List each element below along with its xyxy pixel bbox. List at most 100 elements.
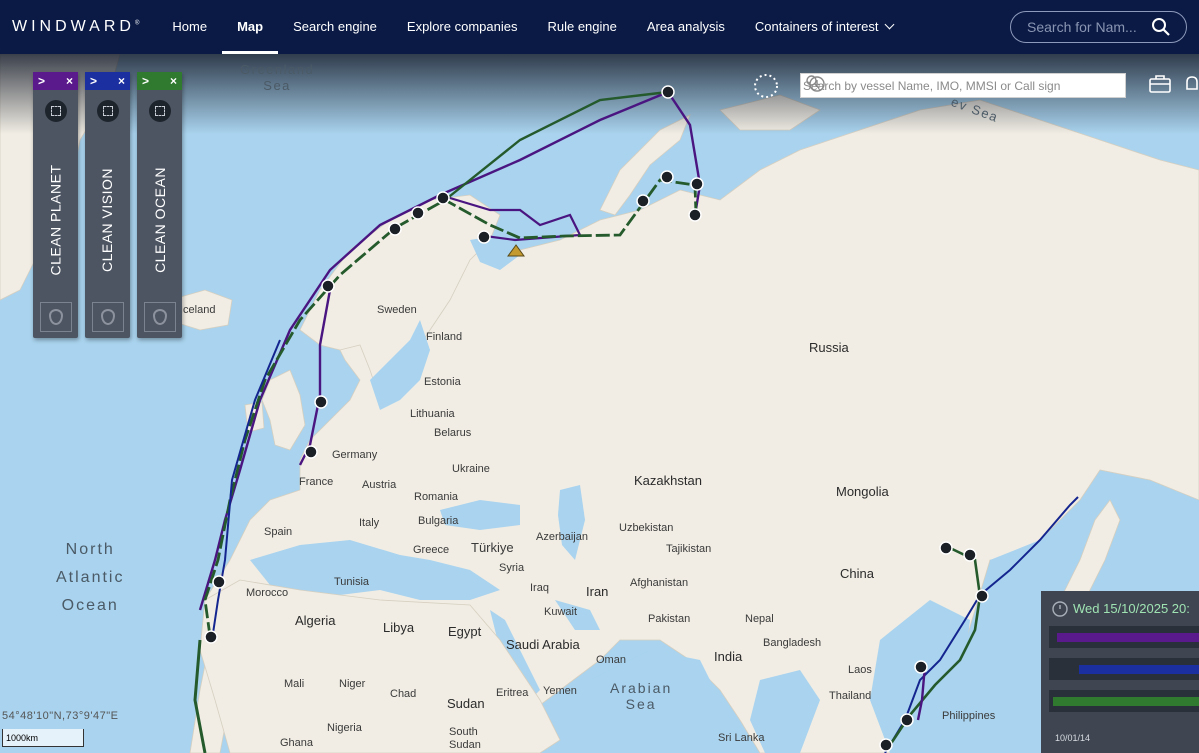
fleet-locate-icon[interactable] xyxy=(144,302,176,332)
vessel-marker xyxy=(388,222,402,236)
notification-bell-icon[interactable] xyxy=(1184,74,1199,94)
label-mali: Mali xyxy=(284,678,305,690)
label-north-atlantic: North Atlantic Ocean xyxy=(56,536,124,620)
chevron-down-icon xyxy=(885,19,895,30)
label-oman: Oman xyxy=(596,654,626,666)
label-iceland: Iceland xyxy=(180,304,216,316)
global-search-box[interactable] xyxy=(1010,11,1187,43)
label-austria: Austria xyxy=(362,479,397,491)
nav-explore-companies[interactable]: Explore companies xyxy=(392,0,533,54)
label-tajikistan: Tajikistan xyxy=(666,543,712,555)
label-china: China xyxy=(840,566,874,581)
nav-rule-engine[interactable]: Rule engine xyxy=(532,0,631,54)
vessel-marker xyxy=(939,541,953,555)
timeline-bar xyxy=(1053,697,1199,706)
map-canvas[interactable]: Greenland Sea ev Sea North Atlantic Ocea… xyxy=(0,54,1199,753)
search-icon[interactable] xyxy=(1151,17,1171,37)
close-fleet-button[interactable]: × xyxy=(170,74,177,88)
label-iraq: Iraq xyxy=(530,582,549,594)
vessel-marker xyxy=(411,206,425,220)
expand-fleet-button[interactable]: > xyxy=(142,74,149,88)
label-libya: Libya xyxy=(383,620,415,635)
timeline-bar xyxy=(1079,665,1199,674)
label-saudi-arabia: Saudi Arabia xyxy=(506,637,580,652)
vessel-marker xyxy=(879,738,893,752)
vessel-search-box[interactable] xyxy=(800,73,1126,98)
label-algeria: Algeria xyxy=(295,613,336,628)
label-spain: Spain xyxy=(264,526,293,538)
fleet-name: CLEAN OCEAN xyxy=(151,167,168,273)
label-ghana: Ghana xyxy=(280,737,314,749)
vessel-marker xyxy=(314,395,328,409)
expand-fleet-button[interactable]: > xyxy=(38,74,45,88)
timer-icon xyxy=(1052,601,1068,617)
close-fleet-button[interactable]: × xyxy=(66,74,73,88)
label-italy: Italy xyxy=(359,517,380,529)
label-belarus: Belarus xyxy=(434,427,472,439)
label-azerbaijan: Azerbaijan xyxy=(536,531,588,543)
timeline-track-clean-planet[interactable] xyxy=(1049,626,1199,648)
label-bangladesh: Bangladesh xyxy=(763,637,822,649)
briefcase-icon[interactable] xyxy=(1148,74,1172,94)
fleet-card-clean-planet[interactable]: > × CLEAN PLANET xyxy=(33,72,78,338)
label-nigeria: Nigeria xyxy=(327,722,362,734)
nav-map[interactable]: Map xyxy=(222,0,279,54)
label-russia: Russia xyxy=(809,340,849,355)
fleet-card-header: > × xyxy=(137,72,182,90)
label-mongolia: Mongolia xyxy=(836,484,889,499)
fullscreen-icon[interactable] xyxy=(148,100,171,122)
label-philippines: Philippines xyxy=(942,710,996,722)
label-text: North Atlantic Ocean xyxy=(56,541,125,614)
timeline-bar xyxy=(1057,633,1199,642)
close-fleet-button[interactable]: × xyxy=(118,74,125,88)
timeline-track-clean-ocean[interactable] xyxy=(1049,690,1199,712)
label-syria: Syria xyxy=(499,562,525,574)
fleet-card-clean-ocean[interactable]: > × CLEAN OCEAN xyxy=(137,72,182,338)
label-egypt: Egypt xyxy=(448,624,482,639)
label-sri-lanka: Sri Lanka xyxy=(718,732,765,744)
expand-fleet-button[interactable]: > xyxy=(90,74,97,88)
label-niger: Niger xyxy=(339,678,366,690)
label-ukraine: Ukraine xyxy=(452,463,490,475)
search-icon[interactable] xyxy=(805,74,821,90)
label-finland: Finland xyxy=(426,331,463,343)
label-romania: Romania xyxy=(414,491,459,503)
fleet-card-clean-vision[interactable]: > × CLEAN VISION xyxy=(85,72,130,338)
fleet-card-header: > × xyxy=(33,72,78,90)
label-sweden: Sweden xyxy=(377,304,417,316)
vessel-marker xyxy=(321,279,335,293)
label-nepal: Nepal xyxy=(745,613,774,625)
label-text: South Sudan xyxy=(449,726,481,751)
fleet-name: CLEAN PLANET xyxy=(47,164,64,276)
timeline-current-date: Wed 15/10/2025 20: xyxy=(1073,601,1190,616)
loading-spinner-icon xyxy=(754,74,778,98)
label-iran: Iran xyxy=(586,584,609,599)
timeline-track-clean-vision[interactable] xyxy=(1049,658,1199,680)
label-germany: Germany xyxy=(332,449,378,461)
vessel-marker xyxy=(204,630,218,644)
vessel-marker xyxy=(636,194,650,208)
label-lithuania: Lithuania xyxy=(410,408,455,420)
label-pakistan: Pakistan xyxy=(648,613,691,625)
label-text: Greenland Sea xyxy=(240,62,315,93)
nav-area-analysis[interactable]: Area analysis xyxy=(632,0,740,54)
fullscreen-icon[interactable] xyxy=(44,100,67,122)
fleet-name: CLEAN VISION xyxy=(99,167,116,273)
label-south-sudan: South Sudan xyxy=(449,726,481,752)
fleet-locate-icon[interactable] xyxy=(40,302,72,332)
vessel-marker xyxy=(436,191,450,205)
vessel-search-input[interactable] xyxy=(801,77,1075,94)
label-arabian-sea: Arabian Sea xyxy=(610,680,672,712)
vessel-marker xyxy=(304,445,318,459)
fullscreen-icon[interactable] xyxy=(96,100,119,122)
fleet-locate-icon[interactable] xyxy=(92,302,124,332)
nav-home[interactable]: Home xyxy=(157,0,222,54)
vessel-marker xyxy=(660,170,674,184)
nav-containers-of-interest[interactable]: Containers of interest xyxy=(740,0,909,54)
global-search-input[interactable] xyxy=(1025,18,1149,36)
timeline-start-label: 10/01/14 xyxy=(1055,733,1091,743)
nav-search-engine[interactable]: Search engine xyxy=(278,0,392,54)
timeline-panel[interactable]: Wed 15/10/2025 20: 10/01/14 xyxy=(1041,591,1199,753)
label-morocco: Morocco xyxy=(246,587,289,599)
windward-logo[interactable]: WINDWARD® xyxy=(12,18,139,36)
